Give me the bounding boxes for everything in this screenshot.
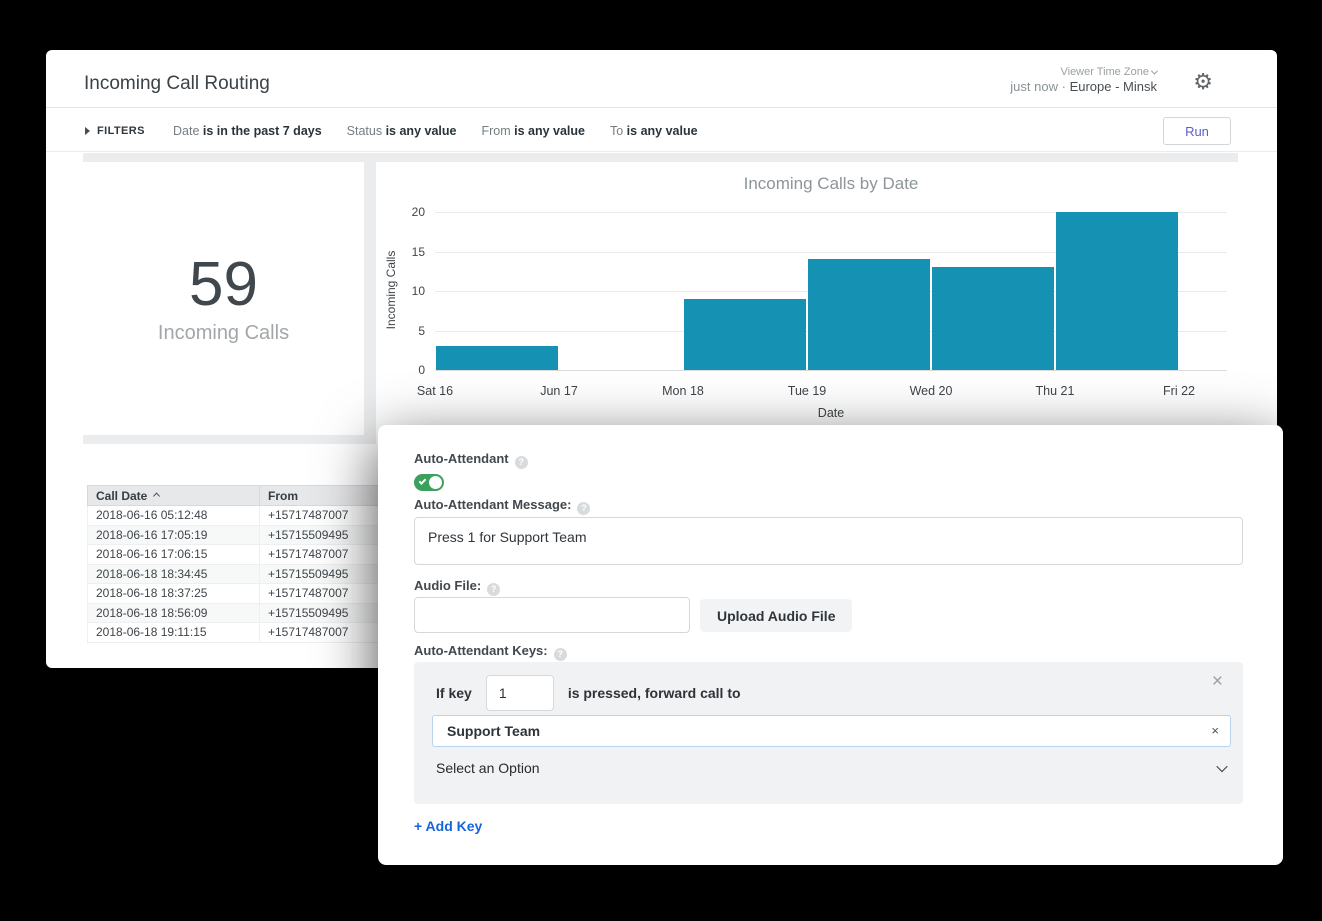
check-icon [419,477,427,485]
filter-field: Date [173,124,199,138]
x-tick-label: Mon 18 [662,384,704,398]
cell-call-date[interactable]: 2018-06-18 18:34:45 [88,564,260,584]
if-key-text: If key [436,685,472,701]
y-tick-label: 10 [412,284,425,298]
chart-title: Incoming Calls by Date [435,174,1227,194]
cell-call-date[interactable]: 2018-06-18 18:56:09 [88,603,260,623]
dot-separator: · [1062,79,1066,94]
audio-file-label: Audio File:? [414,578,500,596]
forward-target-value: Support Team [447,716,540,746]
message-label: Auto-Attendant Message:? [414,497,590,515]
filter-field: From [481,124,510,138]
cell-call-date[interactable]: 2018-06-18 18:37:25 [88,584,260,604]
add-key-link[interactable]: + Add Key [414,818,482,834]
x-tick-label: Thu 21 [1036,384,1075,398]
key-number-input[interactable] [486,675,554,711]
audio-file-input[interactable] [414,597,690,633]
chart-bar-mon-18[interactable] [684,299,806,370]
remove-key-button[interactable]: × [1212,672,1223,691]
x-axis-ticks: Sat 16Jun 17Mon 18Tue 19Wed 20Thu 21Fri … [435,384,1227,400]
help-icon[interactable]: ? [515,456,528,469]
key-rule-panel: If key is pressed, forward call to × Sup… [414,662,1243,804]
y-tick-label: 5 [418,324,425,338]
cell-call-date[interactable]: 2018-06-16 17:05:19 [88,525,260,545]
is-pressed-text: is pressed, forward call to [568,685,741,701]
chevron-down-icon [1216,761,1227,772]
filters-toggle[interactable]: FILTERS [85,108,145,153]
filter-field: Status [347,124,382,138]
filter-value: is any value [511,124,585,138]
chart-bar-thu-21[interactable] [1056,212,1178,370]
clear-selection-icon[interactable]: × [1211,716,1219,746]
cell-call-date[interactable]: 2018-06-16 17:06:15 [88,545,260,565]
filter-items: Date is in the past 7 days Status is any … [173,108,698,153]
x-tick-label: Jun 17 [540,384,578,398]
cell-call-date[interactable]: 2018-06-16 05:12:48 [88,506,260,526]
filter-item[interactable]: To is any value [610,124,698,138]
filters-bar: FILTERS Date is in the past 7 days Status… [46,107,1277,152]
forward-target-select[interactable]: Support Team × [432,715,1231,747]
filter-value: is any value [623,124,697,138]
stat-tile: 59 Incoming Calls [83,162,364,435]
y-tick-label: 20 [412,205,425,219]
x-tick-label: Tue 19 [788,384,826,398]
auto-attendant-label: Auto-Attendant? [414,451,528,469]
gear-icon[interactable]: ⚙ [1193,72,1213,94]
gridline [435,370,1227,371]
x-axis-title: Date [435,406,1227,420]
keys-label: Auto-Attendant Keys:? [414,643,567,661]
y-tick-label: 15 [412,245,425,259]
auto-attendant-toggle[interactable] [414,474,444,491]
stat-label: Incoming Calls [158,322,289,345]
x-tick-label: Sat 16 [417,384,453,398]
help-icon[interactable]: ? [577,502,590,515]
timezone-label: Viewer Time Zone [1010,66,1157,78]
x-tick-label: Wed 20 [910,384,953,398]
triangle-right-icon [85,127,90,135]
timezone-selector[interactable]: Viewer Time Zone just now · Europe - Min… [1010,66,1157,94]
filter-value: is any value [382,124,456,138]
page-title: Incoming Call Routing [84,73,270,95]
run-button[interactable]: Run [1163,117,1231,145]
stat-value: 59 [189,252,258,317]
filter-value: is in the past 7 days [199,124,321,138]
column-header-call-date[interactable]: Call Date [88,486,260,506]
filter-field: To [610,124,623,138]
help-icon[interactable]: ? [554,648,567,661]
refreshed-ago: just now [1010,79,1058,94]
auto-attendant-panel: Auto-Attendant? Auto-Attendant Message:?… [378,425,1283,865]
y-axis-ticks: 05101520 [395,212,425,370]
sort-asc-icon [153,492,160,499]
filter-item[interactable]: Status is any value [347,124,457,138]
timezone-value: Europe - Minsk [1070,79,1157,94]
x-tick-label: Fri 22 [1163,384,1195,398]
chart-bar-wed-20[interactable] [932,267,1054,370]
chart-bar-sat-16[interactable] [436,346,558,370]
chart-plot-area [435,212,1227,370]
upload-audio-button[interactable]: Upload Audio File [700,599,852,632]
cell-call-date[interactable]: 2018-06-18 19:11:15 [88,623,260,643]
chevron-down-icon [1151,68,1158,75]
message-textarea[interactable]: Press 1 for Support Team [414,517,1243,565]
filter-item[interactable]: Date is in the past 7 days [173,124,322,138]
option-select[interactable]: Select an Option [436,757,1231,783]
filter-item[interactable]: From is any value [481,124,585,138]
help-icon[interactable]: ? [487,583,500,596]
toggle-knob [429,476,442,489]
y-tick-label: 0 [418,363,425,377]
chart-bar-tue-19[interactable] [808,259,930,370]
